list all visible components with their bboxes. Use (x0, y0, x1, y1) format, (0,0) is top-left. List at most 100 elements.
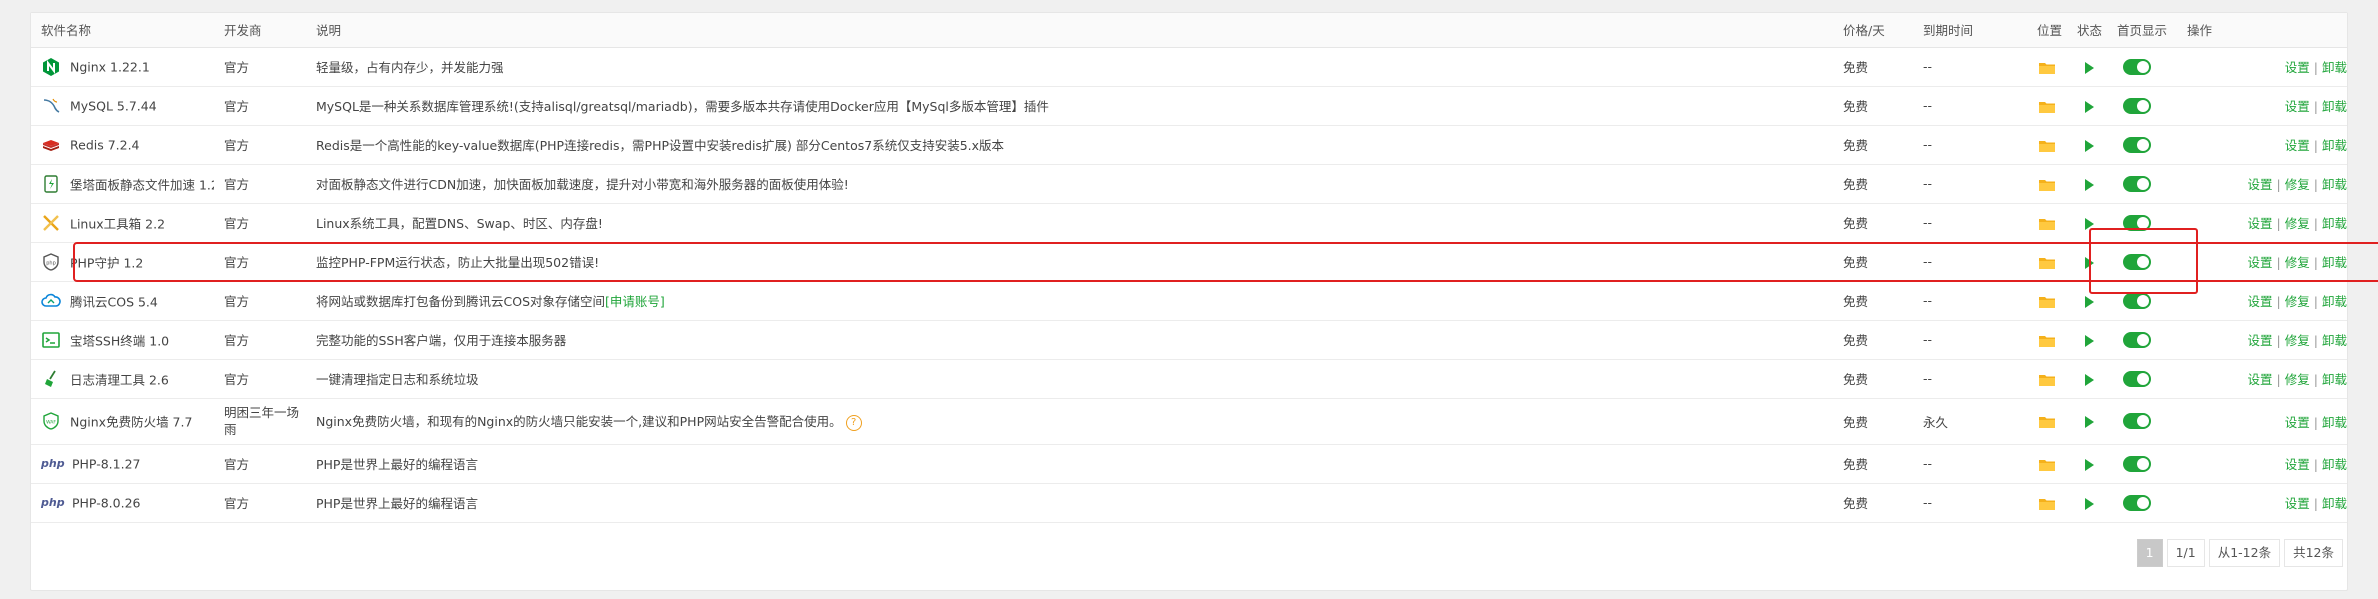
ops-separator: | (2313, 177, 2318, 192)
play-icon[interactable] (2085, 334, 2094, 347)
homepage-toggle[interactable] (2123, 58, 2151, 75)
cell-name[interactable]: 腾讯云COS 5.4 (31, 281, 214, 321)
cell-status (2073, 47, 2113, 87)
op-link[interactable]: 修复 (2285, 372, 2310, 387)
op-link[interactable]: 卸载 (2322, 457, 2347, 472)
op-link[interactable]: 设置 (2285, 496, 2310, 511)
software-list-panel: 软件名称 开发商 说明 价格/天 到期时间 位置 状态 首页显示 操作 Ngin… (30, 12, 2348, 591)
cell-name[interactable]: Redis 7.2.4 (31, 125, 214, 165)
cell-desc: MySQL是一种关系数据库管理系统!(支持alisql/greatsql/mar… (306, 86, 1833, 126)
folder-icon[interactable] (2039, 101, 2055, 113)
op-link[interactable]: 修复 (2285, 333, 2310, 348)
op-link[interactable]: 卸载 (2322, 415, 2347, 430)
cell-homepage (2113, 86, 2177, 126)
cell-name[interactable]: php PHP-8.1.27 (31, 444, 214, 484)
folder-icon[interactable] (2039, 459, 2055, 471)
play-icon[interactable] (2085, 139, 2094, 152)
folder-icon[interactable] (2039, 296, 2055, 308)
homepage-toggle[interactable] (2123, 455, 2151, 472)
op-link[interactable]: 修复 (2285, 294, 2310, 309)
cell-desc: Redis是一个高性能的key-value数据库(PHP连接redis，需PHP… (306, 125, 1833, 165)
op-link[interactable]: 卸载 (2322, 99, 2347, 114)
op-link[interactable]: 设置 (2285, 457, 2310, 472)
homepage-toggle[interactable] (2123, 214, 2151, 231)
help-icon[interactable]: ? (845, 414, 862, 431)
homepage-toggle[interactable] (2123, 331, 2151, 348)
cell-homepage (2113, 359, 2177, 399)
op-link[interactable]: 设置 (2248, 255, 2273, 270)
op-link[interactable]: 设置 (2285, 60, 2310, 75)
op-link[interactable]: 设置 (2285, 415, 2310, 430)
op-link[interactable]: 设置 (2248, 216, 2273, 231)
software-name: Redis 7.2.4 (70, 137, 140, 152)
homepage-toggle[interactable] (2123, 253, 2151, 270)
homepage-toggle[interactable] (2123, 97, 2151, 114)
homepage-toggle[interactable] (2123, 175, 2151, 192)
cell-name[interactable]: 宝塔SSH终端 1.0 (31, 320, 214, 360)
cell-name[interactable]: Nginx 1.22.1 (31, 47, 214, 87)
play-icon[interactable] (2085, 458, 2094, 471)
play-icon[interactable] (2085, 416, 2094, 428)
op-link[interactable]: 修复 (2285, 216, 2310, 231)
cell-status (2073, 444, 2113, 484)
homepage-toggle[interactable] (2123, 494, 2151, 511)
folder-icon[interactable] (2039, 218, 2055, 230)
svg-text:WAF: WAF (46, 420, 56, 426)
op-link[interactable]: 设置 (2248, 294, 2273, 309)
op-link[interactable]: 修复 (2285, 177, 2310, 192)
folder-icon[interactable] (2039, 335, 2055, 347)
op-link[interactable]: 卸载 (2322, 177, 2347, 192)
op-link[interactable]: 卸载 (2322, 255, 2347, 270)
description: 对面板静态文件进行CDN加速，加快面板加载速度，提升对小带宽和海外服务器的面板使… (316, 177, 849, 192)
cell-name[interactable]: php PHP守护 1.2 (31, 242, 214, 282)
cell-name[interactable]: 堡塔面板静态文件加速 1.2 (31, 164, 214, 204)
op-link[interactable]: 卸载 (2322, 138, 2347, 153)
cell-expire: 永久 (1913, 398, 2033, 445)
op-link[interactable]: 设置 (2248, 372, 2273, 387)
folder-icon[interactable] (2039, 140, 2055, 152)
play-icon[interactable] (2085, 100, 2094, 113)
op-link[interactable]: 设置 (2248, 177, 2273, 192)
folder-icon[interactable] (2039, 498, 2055, 510)
cell-price: 免费 (1833, 483, 1913, 523)
op-link[interactable]: 设置 (2285, 138, 2310, 153)
play-icon[interactable] (2085, 373, 2094, 386)
page-current[interactable]: 1 (2136, 539, 2163, 567)
op-link[interactable]: 卸载 (2322, 60, 2347, 75)
homepage-toggle[interactable] (2123, 292, 2151, 309)
play-icon[interactable] (2085, 178, 2094, 191)
op-link[interactable]: 卸载 (2322, 333, 2347, 348)
folder-icon[interactable] (2039, 374, 2055, 386)
folder-icon[interactable] (2039, 257, 2055, 269)
op-link[interactable]: 卸载 (2322, 372, 2347, 387)
cell-name[interactable]: WAF Nginx免费防火墙 7.7 (31, 398, 214, 445)
expire-time: -- (1923, 371, 1933, 386)
expire-time: -- (1923, 293, 1933, 308)
folder-icon[interactable] (2039, 62, 2055, 74)
play-icon[interactable] (2085, 256, 2094, 269)
cell-name[interactable]: Linux工具箱 2.2 (31, 203, 214, 243)
play-icon[interactable] (2085, 217, 2094, 230)
folder-icon[interactable] (2039, 416, 2055, 428)
cell-name[interactable]: MySQL 5.7.44 (31, 86, 214, 126)
homepage-toggle[interactable] (2123, 136, 2151, 153)
op-link[interactable]: 卸载 (2322, 294, 2347, 309)
cell-name[interactable]: php PHP-8.0.26 (31, 483, 214, 523)
homepage-toggle[interactable] (2123, 370, 2151, 387)
play-icon[interactable] (2085, 61, 2094, 74)
cell-name[interactable]: 日志清理工具 2.6 (31, 359, 214, 399)
ops-separator: | (2313, 294, 2318, 309)
price: 免费 (1843, 496, 1869, 511)
op-link[interactable]: 设置 (2285, 99, 2310, 114)
apply-account-link[interactable]: [申请账号] (605, 294, 665, 309)
play-icon[interactable] (2085, 497, 2094, 510)
ops-separator: | (2313, 372, 2318, 387)
homepage-toggle[interactable] (2123, 413, 2151, 430)
play-icon[interactable] (2085, 295, 2094, 308)
cell-ops: 设置 | 修复 | 卸载 (2177, 164, 2347, 204)
op-link[interactable]: 卸载 (2322, 496, 2347, 511)
op-link[interactable]: 卸载 (2322, 216, 2347, 231)
op-link[interactable]: 设置 (2248, 333, 2273, 348)
folder-icon[interactable] (2039, 179, 2055, 191)
op-link[interactable]: 修复 (2285, 255, 2310, 270)
